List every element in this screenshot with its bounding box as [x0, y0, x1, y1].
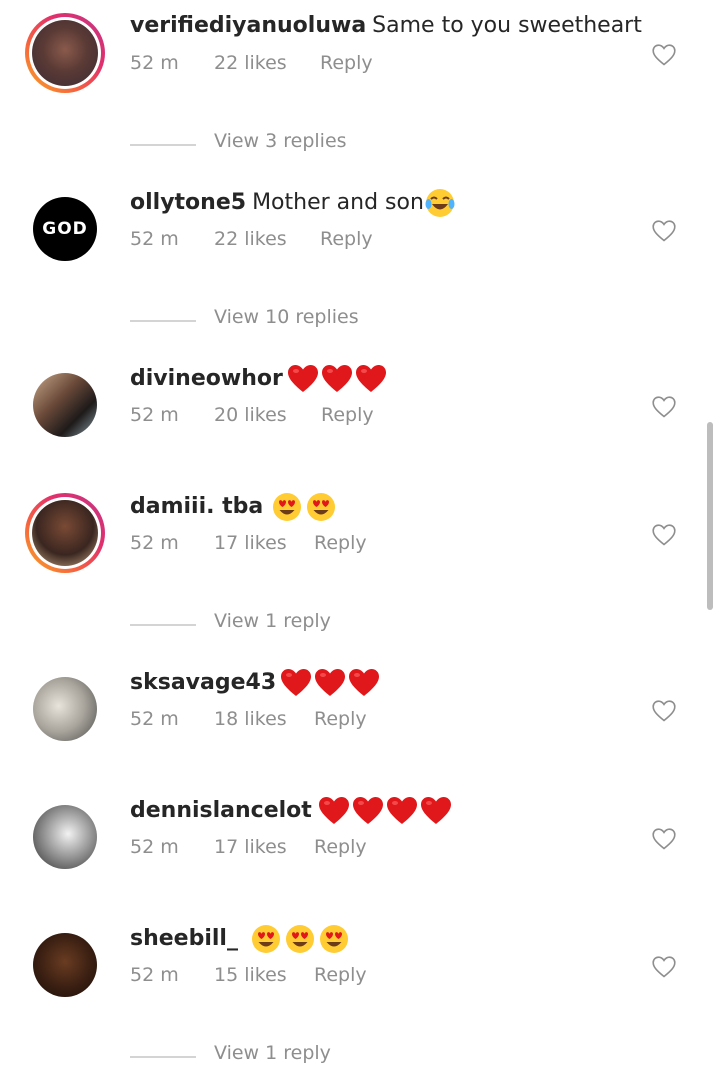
view-replies-label[interactable]: View 1 reply: [214, 610, 331, 632]
comment-time: 52 m: [130, 52, 179, 74]
avatar[interactable]: [25, 13, 105, 93]
heart-outline-icon[interactable]: [652, 956, 676, 978]
likes-count[interactable]: 22 likes: [214, 228, 287, 250]
red-heart-emoji: [287, 364, 319, 394]
comment-username[interactable]: sheebill_: [130, 925, 238, 953]
likes-count[interactable]: 17 likes: [214, 532, 287, 554]
comment-item: divineowhor 52 m 20 likes Reply: [0, 352, 720, 462]
red-heart-emoji: [318, 796, 350, 826]
red-heart-emoji: [386, 796, 418, 826]
comment-username[interactable]: verifiediyanuoluwa: [130, 12, 366, 40]
comment-item: dennislancelot 52 m 17 likes Reply: [0, 784, 720, 894]
comment-time: 52 m: [130, 964, 179, 986]
view-replies-button[interactable]: View 3 replies: [130, 130, 430, 160]
comment-username[interactable]: sksavage43: [130, 669, 276, 697]
red-heart-emoji: [348, 668, 380, 698]
likes-count[interactable]: 17 likes: [214, 836, 287, 858]
comment-item: damiii. tba 52 m 17 likes Reply: [0, 480, 720, 590]
heart-eyes-emoji: [271, 492, 303, 522]
red-heart-emoji: [420, 796, 452, 826]
view-replies-button[interactable]: View 10 replies: [130, 306, 430, 336]
scrollbar[interactable]: [707, 422, 713, 610]
heart-outline-icon[interactable]: [652, 44, 676, 66]
view-replies-label[interactable]: View 3 replies: [214, 130, 347, 152]
comment-username[interactable]: ollytone5: [130, 189, 246, 217]
heart-outline-icon[interactable]: [652, 700, 676, 722]
comment-text: Same to you sweetheart: [372, 13, 642, 38]
likes-count[interactable]: 20 likes: [214, 404, 287, 426]
likes-count[interactable]: 22 likes: [214, 52, 287, 74]
divider: [130, 320, 196, 322]
avatar[interactable]: [25, 493, 105, 573]
laughing-crying-emoji: [424, 188, 456, 218]
reply-button[interactable]: Reply: [314, 836, 367, 858]
red-heart-emoji: [352, 796, 384, 826]
heart-outline-icon[interactable]: [652, 828, 676, 850]
comment-time: 52 m: [130, 404, 179, 426]
reply-button[interactable]: Reply: [314, 708, 367, 730]
avatar[interactable]: GOD: [25, 189, 105, 269]
comment-username[interactable]: divineowhor: [130, 365, 283, 393]
reply-button[interactable]: Reply: [314, 532, 367, 554]
likes-count[interactable]: 15 likes: [214, 964, 287, 986]
reply-button[interactable]: Reply: [320, 228, 373, 250]
comment-item: sheebill_ 52 m 15 likes Reply: [0, 912, 720, 1022]
reply-button[interactable]: Reply: [321, 404, 374, 426]
comment-time: 52 m: [130, 708, 179, 730]
comment-time: 52 m: [130, 228, 179, 250]
heart-eyes-emoji: [284, 924, 316, 954]
avatar[interactable]: [25, 797, 105, 877]
comment-username[interactable]: dennislancelot: [130, 797, 312, 825]
view-replies-button[interactable]: View 1 reply: [130, 610, 430, 640]
comment-time: 52 m: [130, 836, 179, 858]
heart-outline-icon[interactable]: [652, 524, 676, 546]
comment-time: 52 m: [130, 532, 179, 554]
view-replies-button[interactable]: View 1 reply: [130, 1042, 430, 1072]
divider: [130, 624, 196, 626]
comment-username[interactable]: damiii. tba: [130, 493, 263, 521]
avatar[interactable]: [25, 365, 105, 445]
comment-item: GOD ollytone5 Mother and son 52 m 22 lik…: [0, 176, 720, 286]
red-heart-emoji: [321, 364, 353, 394]
likes-count[interactable]: 18 likes: [214, 708, 287, 730]
comment-item: verifiediyanuoluwa Same to you sweethear…: [0, 0, 720, 110]
heart-eyes-emoji: [250, 924, 282, 954]
reply-button[interactable]: Reply: [320, 52, 373, 74]
reply-button[interactable]: Reply: [314, 964, 367, 986]
heart-outline-icon[interactable]: [652, 396, 676, 418]
comment-text: Mother and son: [252, 190, 424, 215]
red-heart-emoji: [280, 668, 312, 698]
divider: [130, 144, 196, 146]
avatar[interactable]: [25, 669, 105, 749]
avatar-logo-text: GOD: [42, 219, 88, 239]
heart-eyes-emoji: [305, 492, 337, 522]
heart-eyes-emoji: [318, 924, 350, 954]
divider: [130, 1056, 196, 1058]
comment-item: sksavage43 52 m 18 likes Reply: [0, 656, 720, 766]
view-replies-label[interactable]: View 1 reply: [214, 1042, 331, 1064]
heart-outline-icon[interactable]: [652, 220, 676, 242]
red-heart-emoji: [355, 364, 387, 394]
view-replies-label[interactable]: View 10 replies: [214, 306, 359, 328]
avatar[interactable]: [25, 925, 105, 1005]
red-heart-emoji: [314, 668, 346, 698]
